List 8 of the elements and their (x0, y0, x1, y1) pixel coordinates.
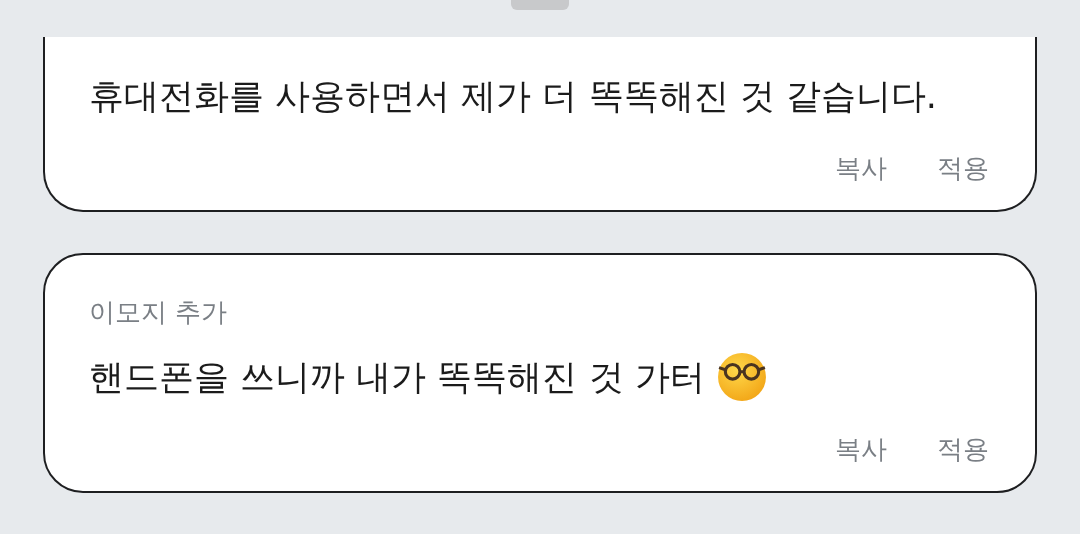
card-label: 이모지 추가 (89, 296, 229, 329)
action-button[interactable]: 복사 (833, 432, 889, 467)
drag-handle[interactable] (511, 0, 569, 10)
action-button[interactable]: 복사 (833, 151, 889, 186)
action-button[interactable]: 적용 (935, 151, 991, 186)
suggestion-text: 휴대전화를 사용하면서 제가 더 똑똑해진 것 같습니다. (89, 74, 937, 118)
suggestion-text: 핸드폰을 쓰니까 내가 똑똑해진 것 가터 (89, 355, 705, 399)
action-button[interactable]: 적용 (935, 432, 991, 467)
